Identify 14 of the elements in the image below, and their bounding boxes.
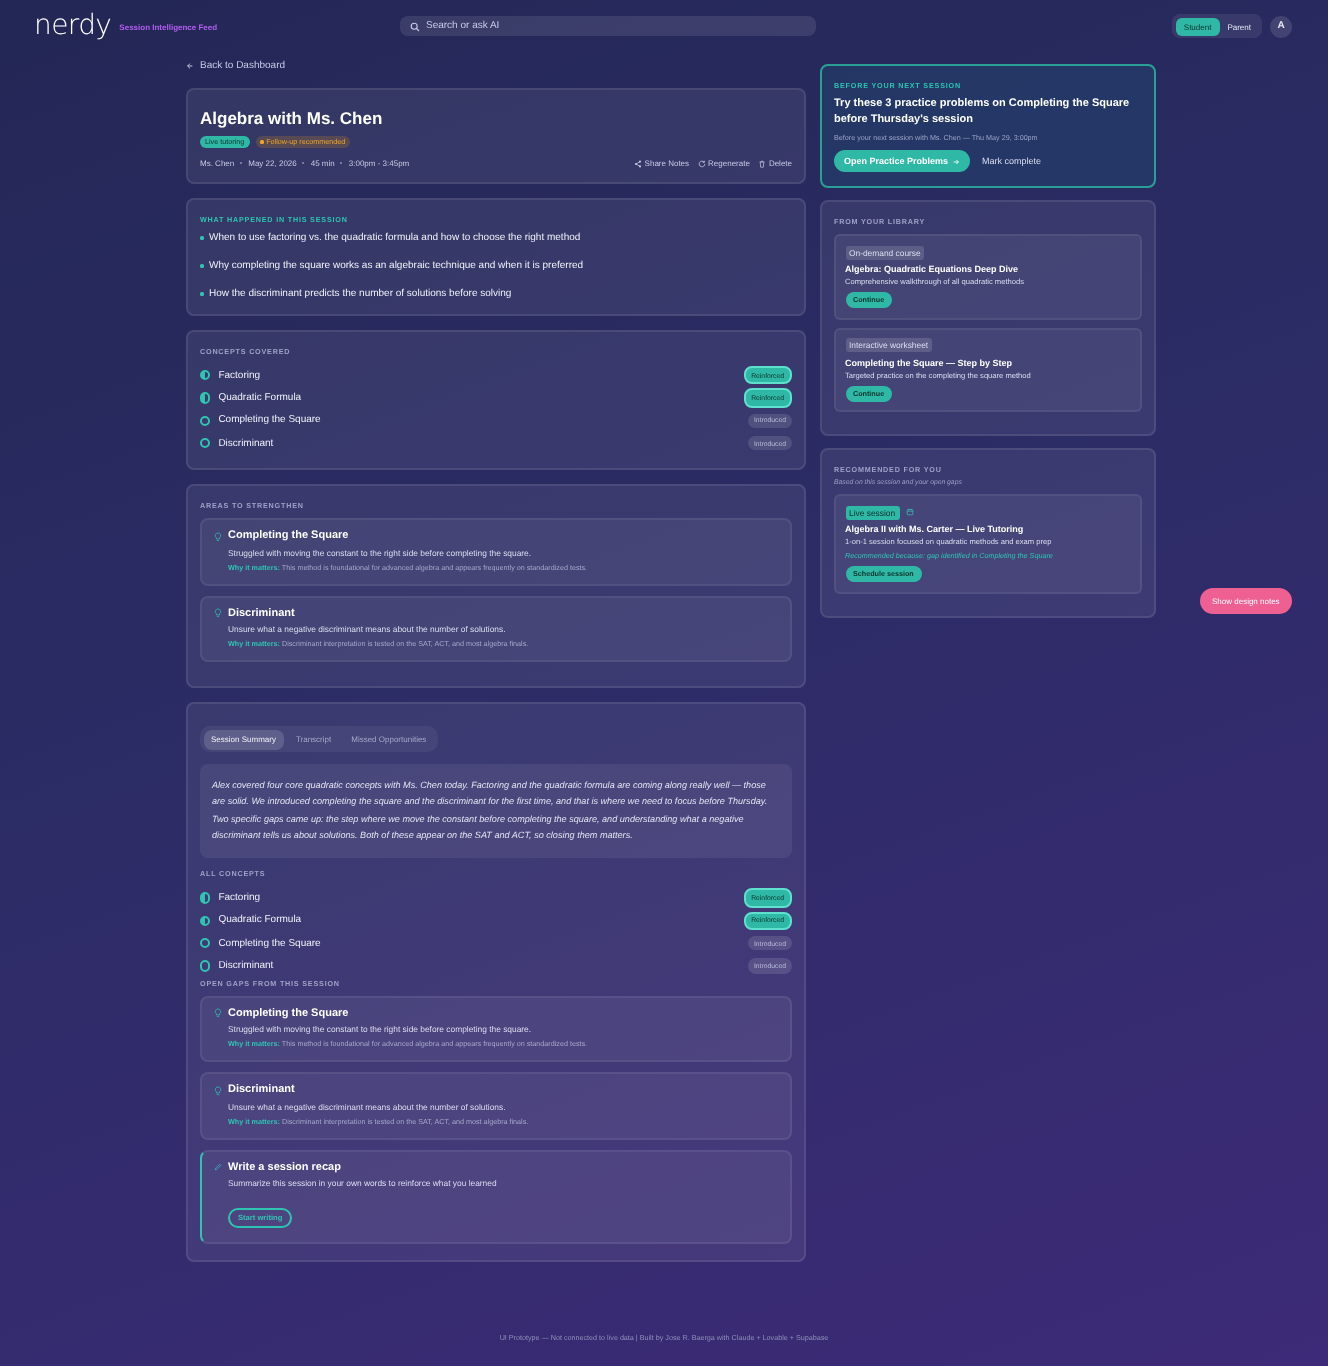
- back-arrow-icon: [186, 61, 194, 69]
- lightbulb-icon: [214, 1085, 222, 1096]
- lightbulb-icon: [214, 1008, 222, 1019]
- lightbulb-icon: [214, 531, 222, 542]
- search-icon: [410, 21, 420, 31]
- refresh-icon: [697, 159, 706, 167]
- session-title: Algebra with Ms. Chen: [200, 108, 385, 128]
- arrow-icon: [952, 157, 961, 165]
- trash-icon: [757, 159, 766, 167]
- lightbulb-icon: [214, 608, 222, 619]
- pencil-icon: [214, 1162, 222, 1173]
- logo[interactable]: nerdy: [34, 10, 112, 42]
- share-icon: [633, 159, 642, 167]
- calendar-icon: [905, 508, 914, 516]
